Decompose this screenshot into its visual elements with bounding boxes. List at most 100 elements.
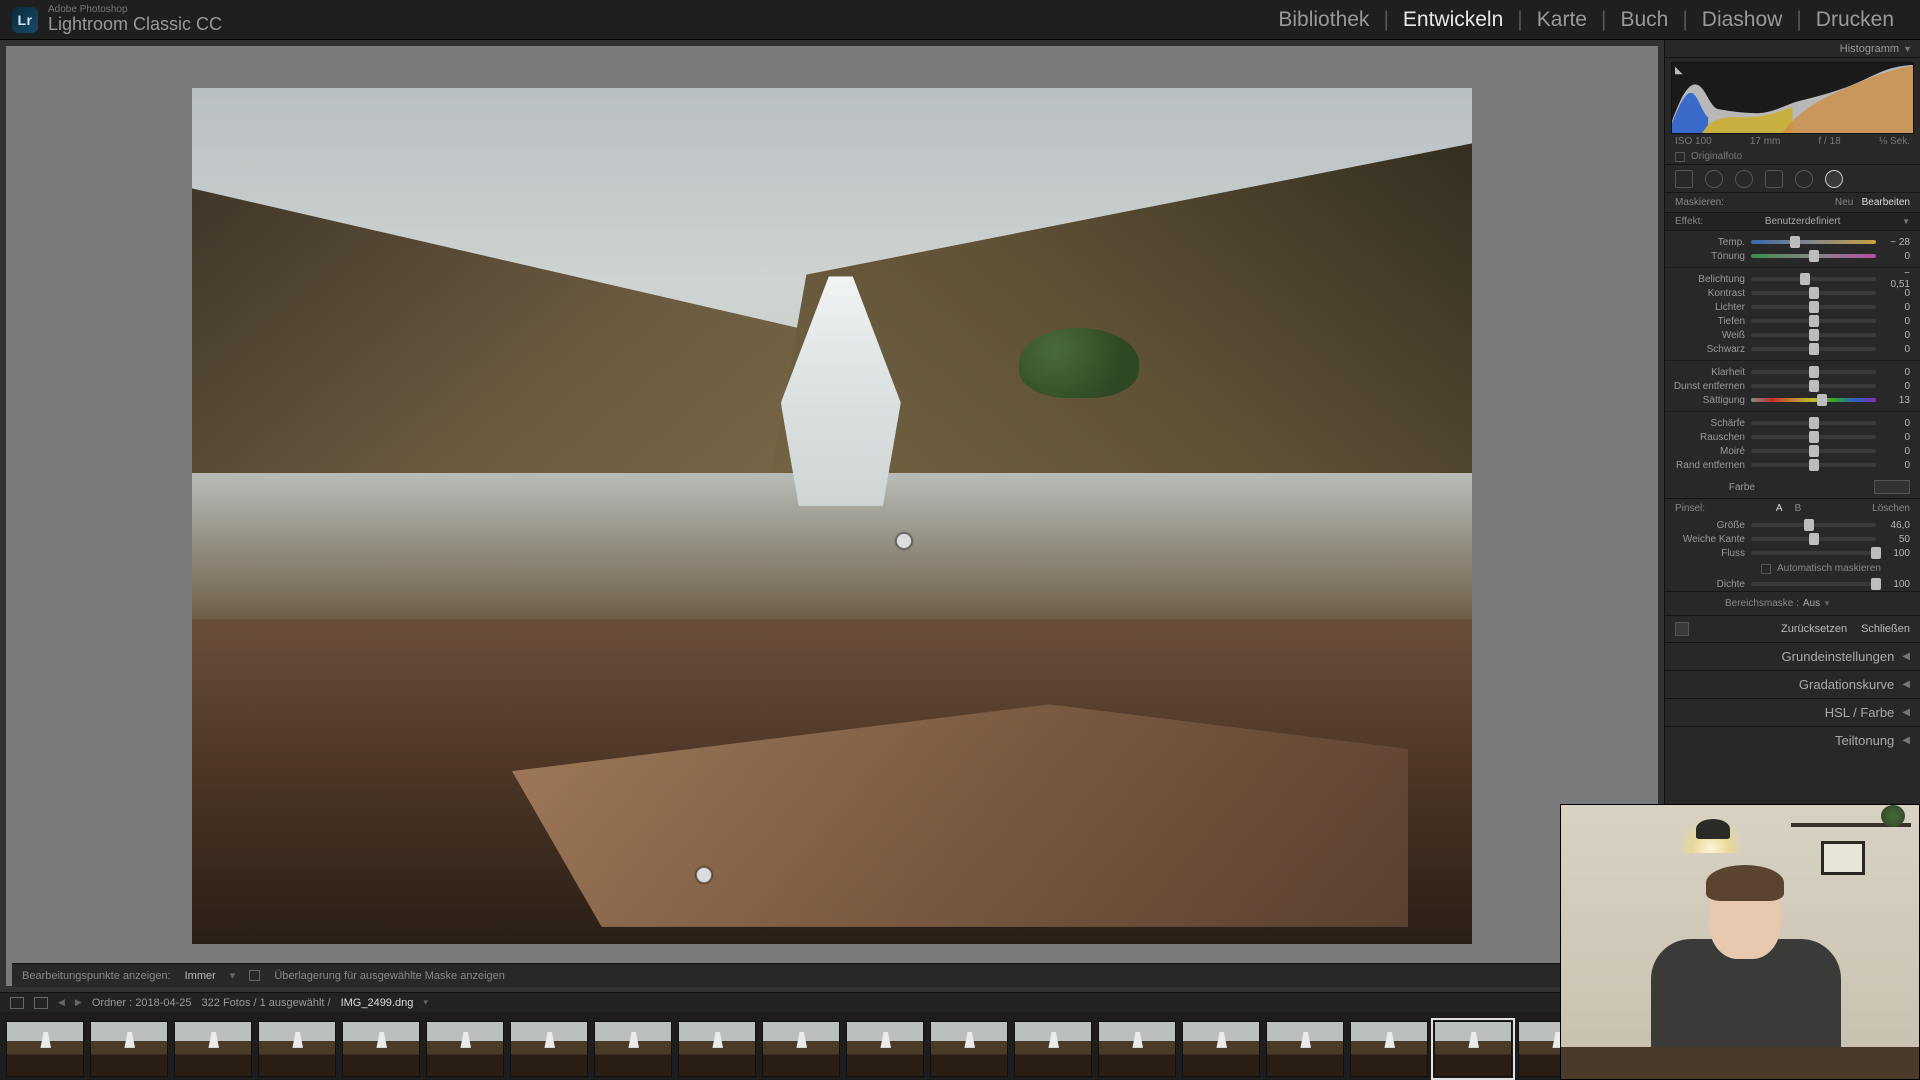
thumbnail[interactable] xyxy=(1182,1021,1260,1077)
webcam-overlay xyxy=(1560,804,1920,1080)
module-diashow[interactable]: Diashow xyxy=(1688,8,1797,32)
effect-preset-row[interactable]: Effekt: Benutzerdefiniert ▼ xyxy=(1665,212,1920,231)
thumbnail[interactable] xyxy=(1434,1021,1512,1077)
slider-schwarz[interactable]: Schwarz0 xyxy=(1665,342,1920,356)
thumbnail[interactable] xyxy=(1014,1021,1092,1077)
thumbnail[interactable] xyxy=(6,1021,84,1077)
slider-t-nung[interactable]: Tönung0 xyxy=(1665,249,1920,263)
count-label: 322 Fotos / 1 ausgewählt / xyxy=(202,997,331,1009)
chevron-left-icon: ◀ xyxy=(1902,651,1910,662)
color-swatch[interactable] xyxy=(1874,480,1910,494)
thumbnail[interactable] xyxy=(258,1021,336,1077)
accordion-hsl-farbe[interactable]: HSL / Farbe◀ xyxy=(1665,698,1920,726)
filename-label[interactable]: IMG_2499.dng xyxy=(341,997,414,1009)
automask-checkbox[interactable] xyxy=(1761,564,1771,574)
slider-fluss[interactable]: Fluss100 xyxy=(1665,546,1920,560)
thumbnail[interactable] xyxy=(510,1021,588,1077)
grid-view-icon[interactable] xyxy=(34,997,48,1009)
slider-dunst-entfernen[interactable]: Dunst entfernen0 xyxy=(1665,379,1920,393)
thumbnail[interactable] xyxy=(846,1021,924,1077)
canvas-area[interactable]: Bearbeitungspunkte anzeigen: Immer ▾ Übe… xyxy=(6,46,1658,986)
thumbnail[interactable] xyxy=(1350,1021,1428,1077)
radial-tool-icon[interactable] xyxy=(1795,170,1813,188)
nav-fwd-icon[interactable]: ▶ xyxy=(75,997,82,1008)
module-picker: Bibliothek|Entwickeln|Karte|Buch|Diashow… xyxy=(1264,8,1908,32)
panel-toggle-icon[interactable] xyxy=(1675,622,1689,636)
slider-weiche-kante[interactable]: Weiche Kante50 xyxy=(1665,532,1920,546)
overlay-checkbox[interactable] xyxy=(249,970,260,981)
thumbnail[interactable] xyxy=(594,1021,672,1077)
chevron-left-icon: ◀ xyxy=(1902,735,1910,746)
slider-gr-e[interactable]: Größe46,0 xyxy=(1665,518,1920,532)
spot-tool-icon[interactable] xyxy=(1705,170,1723,188)
edit-pins-label: Bearbeitungspunkte anzeigen: xyxy=(22,970,171,982)
photo-preview[interactable] xyxy=(192,88,1472,944)
gradient-tool-icon[interactable] xyxy=(1765,170,1783,188)
automask-row: Automatisch maskieren xyxy=(1665,560,1920,577)
chevron-left-icon: ◀ xyxy=(1902,679,1910,690)
nav-back-icon[interactable]: ◀ xyxy=(58,997,65,1008)
thumbnail[interactable] xyxy=(1266,1021,1344,1077)
thumbnail[interactable] xyxy=(90,1021,168,1077)
mask-new[interactable]: Neu xyxy=(1835,197,1853,208)
thumbnail[interactable] xyxy=(174,1021,252,1077)
module-buch[interactable]: Buch xyxy=(1606,8,1682,32)
brush-tool-icon[interactable] xyxy=(1825,170,1843,188)
title-bar: Lr Adobe Photoshop Lightroom Classic CC … xyxy=(0,0,1920,40)
histogram-header[interactable]: Histogramm▼ xyxy=(1665,40,1920,58)
accordion-grundeinstellungen[interactable]: Grundeinstellungen◀ xyxy=(1665,642,1920,670)
brush-b[interactable]: B xyxy=(1795,503,1802,514)
slider-rand-entfernen[interactable]: Rand entfernen0 xyxy=(1665,458,1920,472)
thumbnail[interactable] xyxy=(342,1021,420,1077)
module-bibliothek[interactable]: Bibliothek xyxy=(1264,8,1383,32)
thumbnail[interactable] xyxy=(930,1021,1008,1077)
range-mask-row[interactable]: Bereichsmaske :Aus ▼ xyxy=(1665,591,1920,615)
panel-buttons: Zurücksetzen Schließen xyxy=(1665,615,1920,642)
accordion-gradationskurve[interactable]: Gradationskurve◀ xyxy=(1665,670,1920,698)
thumbnail[interactable] xyxy=(426,1021,504,1077)
adjustment-pin[interactable] xyxy=(896,533,912,549)
slider-kontrast[interactable]: Kontrast0 xyxy=(1665,286,1920,300)
slider-sch-rfe[interactable]: Schärfe0 xyxy=(1665,416,1920,430)
thumbnail[interactable] xyxy=(762,1021,840,1077)
slider-tiefen[interactable]: Tiefen0 xyxy=(1665,314,1920,328)
path-label: Ordner : 2018-04-25 xyxy=(92,997,192,1009)
slider-belichtung[interactable]: Belichtung− 0,51 xyxy=(1665,272,1920,286)
accordion-teiltonung[interactable]: Teiltonung◀ xyxy=(1665,726,1920,754)
close-button[interactable]: Schließen xyxy=(1861,623,1910,635)
app-logo: Lr xyxy=(12,7,38,33)
slider-rauschen[interactable]: Rauschen0 xyxy=(1665,430,1920,444)
chevron-left-icon: ◀ xyxy=(1902,707,1910,718)
brush-header: Pinsel: A B Löschen xyxy=(1665,498,1920,518)
second-window-icon[interactable] xyxy=(10,997,24,1009)
mask-options-bar: Bearbeitungspunkte anzeigen: Immer ▾ Übe… xyxy=(12,963,1652,987)
module-drucken[interactable]: Drucken xyxy=(1802,8,1908,32)
chevron-down-icon: ▼ xyxy=(1902,217,1910,226)
overlay-label: Überlagerung für ausgewählte Maske anzei… xyxy=(274,970,505,982)
thumbnail[interactable] xyxy=(1098,1021,1176,1077)
slider-s-ttigung[interactable]: Sättigung13 xyxy=(1665,393,1920,407)
sliders-area: Temp.− 28Tönung0 Belichtung− 0,51Kontrast… xyxy=(1665,231,1920,476)
mask-edit[interactable]: Bearbeiten xyxy=(1862,197,1910,208)
crop-tool-icon[interactable] xyxy=(1675,170,1693,188)
module-entwickeln[interactable]: Entwickeln xyxy=(1389,8,1517,32)
brush-erase[interactable]: Löschen xyxy=(1872,503,1910,514)
slider-moir-[interactable]: Moiré0 xyxy=(1665,444,1920,458)
mask-subheader: Maskieren: Neu Bearbeiten xyxy=(1665,193,1920,212)
slider-klarheit[interactable]: Klarheit0 xyxy=(1665,365,1920,379)
module-karte[interactable]: Karte xyxy=(1523,8,1601,32)
slider-temp-[interactable]: Temp.− 28 xyxy=(1665,235,1920,249)
slider-wei-[interactable]: Weiß0 xyxy=(1665,328,1920,342)
thumbnail[interactable] xyxy=(678,1021,756,1077)
original-checkbox[interactable] xyxy=(1675,152,1685,162)
slider-dichte[interactable]: Dichte100 xyxy=(1665,577,1920,591)
exif-readout: ISO 10017 mm f / 18⅛ Sek. xyxy=(1665,134,1920,149)
histogram[interactable]: ◣ ◢ xyxy=(1671,62,1914,134)
color-row: Farbe xyxy=(1665,476,1920,498)
redeye-tool-icon[interactable] xyxy=(1735,170,1753,188)
original-toggle-row: Originalfoto xyxy=(1665,149,1920,165)
edit-pins-mode[interactable]: Immer xyxy=(185,970,216,982)
slider-lichter[interactable]: Lichter0 xyxy=(1665,300,1920,314)
reset-button[interactable]: Zurücksetzen xyxy=(1781,623,1847,635)
brush-a[interactable]: A xyxy=(1776,503,1783,514)
